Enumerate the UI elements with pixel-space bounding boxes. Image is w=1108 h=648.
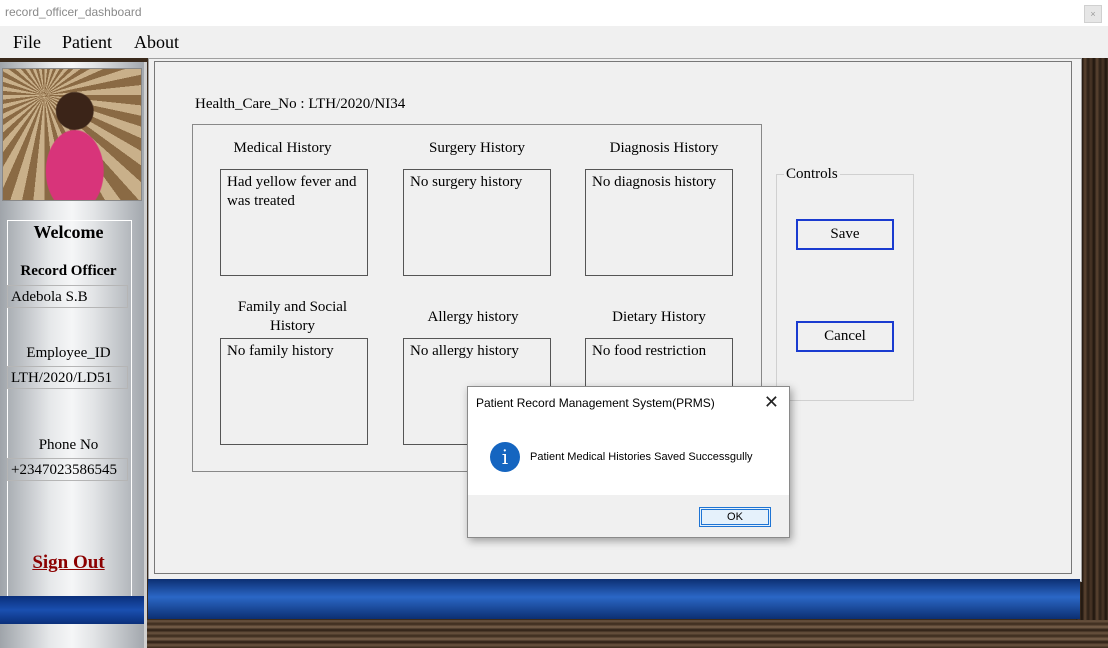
diagnosis-history-label: Diagnosis History [609, 140, 719, 156]
close-icon[interactable]: ✕ [764, 392, 779, 413]
controls-group [776, 174, 914, 401]
menu-patient[interactable]: Patient [62, 32, 112, 53]
background-texture-bottom [0, 620, 1108, 648]
diagnosis-history-input[interactable]: No diagnosis history [585, 169, 733, 276]
dialog-footer: OK [468, 495, 789, 537]
medical-history-label: Medical History [233, 140, 332, 156]
employee-id-field: LTH/2020/LD51 [7, 366, 128, 389]
officer-name-field: Adebola S.B [7, 285, 128, 308]
dietary-history-label: Dietary History [612, 309, 706, 325]
window-title: record_officer_dashboard [5, 5, 142, 19]
cancel-button[interactable]: Cancel [796, 321, 894, 352]
role-label: Record Officer [20, 263, 117, 279]
avatar [2, 68, 142, 201]
title-bar: record_officer_dashboard × [0, 0, 1108, 26]
employee-id-label: Employee_ID [26, 345, 111, 361]
health-care-number: Health_Care_No : LTH/2020/NI34 [195, 96, 405, 113]
surgery-history-input[interactable]: No surgery history [403, 169, 551, 276]
menu-bar: File Patient About [0, 26, 1108, 58]
info-icon: i [490, 442, 520, 472]
controls-label: Controls [784, 166, 840, 183]
footer-bar [148, 579, 1080, 619]
dialog-message: Patient Medical Histories Saved Successg… [530, 451, 753, 463]
family-history-label: Family and Social History [237, 299, 348, 334]
health-care-value: LTH/2020/NI34 [308, 96, 406, 112]
save-button[interactable]: Save [796, 219, 894, 250]
message-dialog: Patient Record Management System(PRMS) ✕… [467, 386, 790, 538]
ok-button[interactable]: OK [699, 507, 771, 527]
medical-history-input[interactable]: Had yellow fever and was treated [220, 169, 368, 276]
dialog-title: Patient Record Management System(PRMS) [476, 396, 715, 410]
phone-field: +2347023586545 [7, 458, 128, 481]
menu-file[interactable]: File [13, 32, 41, 53]
window-control-icon[interactable]: × [1084, 5, 1102, 23]
surgery-history-label: Surgery History [429, 140, 525, 156]
menu-about[interactable]: About [134, 32, 179, 53]
sign-out-link[interactable]: Sign Out [7, 552, 130, 574]
sidebar-footer-bar [0, 596, 144, 624]
family-history-input[interactable]: No family history [220, 338, 368, 445]
sidebar: Welcome Record Officer Adebola S.B Emplo… [0, 62, 147, 648]
allergy-history-label: Allergy history [427, 309, 519, 325]
phone-label: Phone No [38, 437, 99, 453]
welcome-heading: Welcome [33, 222, 104, 242]
health-care-label: Health_Care_No : [195, 96, 305, 112]
